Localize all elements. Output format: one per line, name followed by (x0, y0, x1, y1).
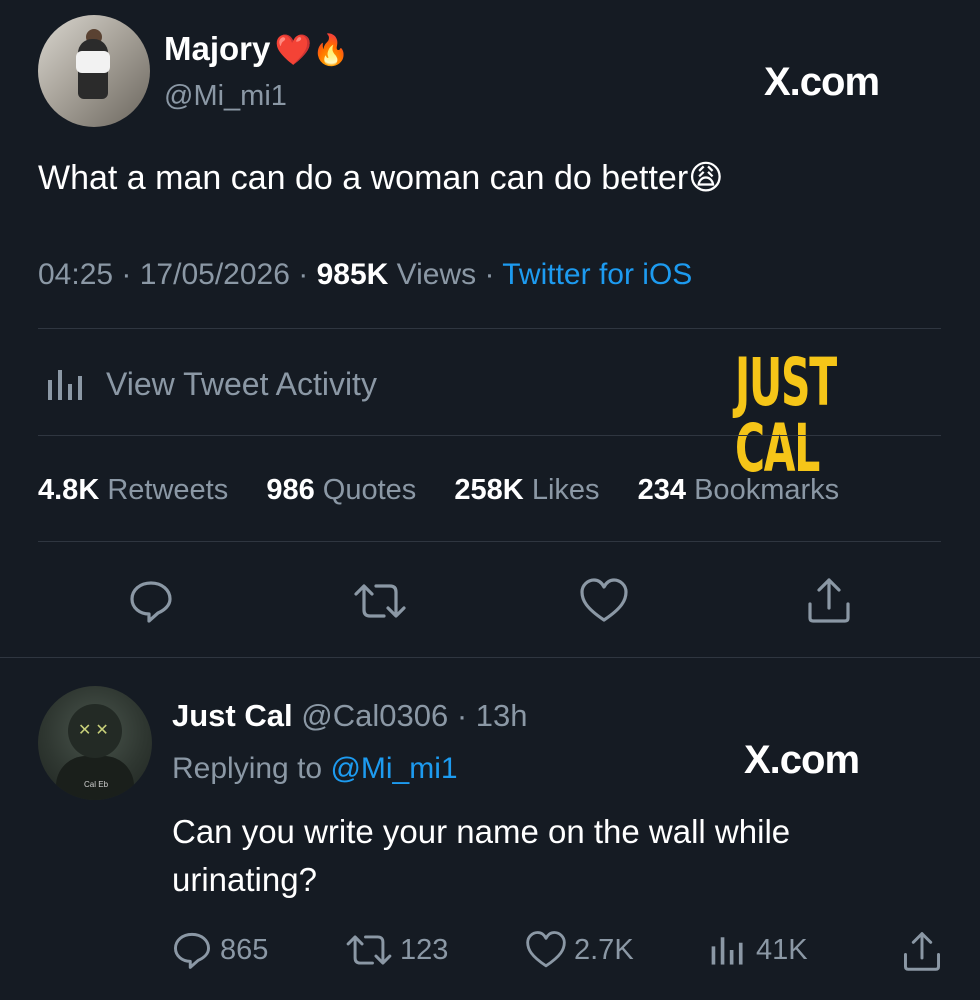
reply-author-avatar[interactable]: ✕✕ Cal Eb (38, 686, 152, 800)
like-icon (526, 931, 566, 968)
reply-text: Can you write your name on the wall whil… (172, 813, 791, 898)
share-icon (904, 932, 940, 971)
reply-share-button[interactable] (902, 930, 942, 977)
reply-author-name[interactable]: Just Cal (172, 698, 293, 733)
brand-overlay: JUST CAL (735, 344, 837, 487)
analytics-icon (48, 370, 82, 400)
stat-retweets[interactable]: 4.8K Retweets (38, 474, 228, 506)
retweet-button[interactable] (354, 578, 406, 624)
author-emojis: ❤️🔥 (274, 34, 350, 67)
reply-author-handle[interactable]: @Cal0306 (301, 698, 448, 733)
divider (38, 328, 941, 329)
stat-bookmarks[interactable]: 234 Bookmarks (638, 474, 840, 506)
view-activity-button[interactable]: View Tweet Activity (44, 364, 377, 404)
x-watermark-reply: X.com (744, 738, 860, 782)
author-handle[interactable]: @Mi_mi1 (164, 80, 287, 113)
replying-label: Replying to (172, 752, 323, 785)
analytics-icon (711, 937, 743, 965)
reply-like-button[interactable]: 2.7K (526, 930, 634, 970)
views-count: 41K (756, 933, 808, 966)
x-watermark: X.com (764, 60, 880, 104)
avatar-tag: Cal Eb (84, 780, 109, 789)
tweet-date[interactable]: 17/05/2026 (140, 258, 290, 291)
reply-button[interactable] (128, 578, 174, 624)
reply-reply-button[interactable]: 865 (172, 930, 268, 970)
tweet-time[interactable]: 04:25 (38, 258, 113, 291)
reply-icon (174, 932, 210, 969)
views-count: 985K (316, 258, 389, 291)
author-name-row[interactable]: Majory ❤️🔥 (164, 30, 350, 68)
retweet-count: 123 (400, 933, 449, 966)
reply-header: Just Cal @Cal0306 · 13h (172, 698, 527, 734)
tweet-meta: 04:25 · 17/05/2026 · 985K Views · Twitte… (38, 258, 692, 292)
stat-likes[interactable]: 258K Likes (454, 474, 599, 506)
views-label: Views (396, 258, 477, 291)
like-button[interactable] (580, 578, 628, 624)
reply-age[interactable]: 13h (476, 698, 528, 733)
author-avatar[interactable] (38, 15, 150, 127)
divider (38, 435, 941, 436)
author-name[interactable]: Majory (164, 30, 270, 67)
reply-views-button[interactable]: 41K (708, 930, 808, 970)
meta-separator: · (456, 698, 476, 733)
tweet-source[interactable]: Twitter for iOS (502, 258, 692, 291)
like-count: 2.7K (574, 933, 634, 966)
reply-retweet-button[interactable]: 123 (346, 930, 448, 970)
stats-row: 4.8K Retweets 986 Quotes 258K Likes 234 … (38, 474, 839, 507)
replying-to: Replying to @Mi_mi1 (172, 752, 458, 786)
like-icon (580, 578, 628, 622)
view-activity-label: View Tweet Activity (106, 365, 377, 402)
reply-icon (130, 581, 172, 623)
avatar-x-eyes: ✕✕ (78, 722, 113, 739)
retweet-icon (354, 584, 406, 618)
retweet-icon (346, 935, 392, 965)
stat-quotes[interactable]: 986 Quotes (266, 474, 416, 506)
meta-separator: · (298, 258, 317, 291)
reply-count: 865 (220, 933, 269, 966)
meta-separator: · (121, 258, 140, 291)
tweet-text: What a man can do a woman can do better😩 (38, 159, 724, 197)
divider (38, 541, 941, 542)
share-icon (808, 578, 850, 623)
section-divider (0, 657, 980, 658)
meta-separator: · (484, 258, 503, 291)
share-button[interactable] (806, 576, 852, 624)
replying-to-handle[interactable]: @Mi_mi1 (330, 752, 457, 785)
